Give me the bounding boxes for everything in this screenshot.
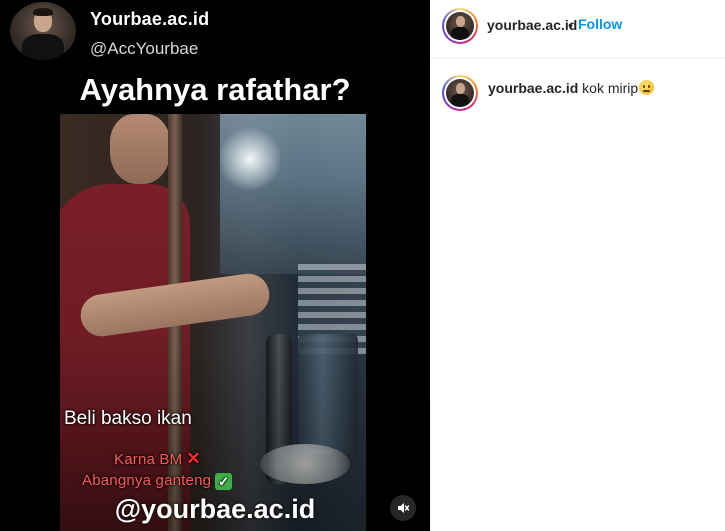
video-caption-reason-1: Karna BM ✕ <box>114 449 201 469</box>
post-author-avatar <box>10 2 76 60</box>
check-mark-icon: ✓ <box>215 473 233 490</box>
comments-panel: yourbae.ac.id • Follow yourbae.ac.id kok… <box>430 0 725 531</box>
caption-comment: yourbae.ac.id kok mirip <box>488 80 713 96</box>
video-watermark: @yourbae.ac.id <box>114 494 316 524</box>
comment-username[interactable]: yourbae.ac.id <box>488 80 578 96</box>
reason-2-text: Abangnya ganteng <box>82 472 212 489</box>
follow-button[interactable]: Follow <box>578 16 622 32</box>
mute-button[interactable] <box>390 495 416 521</box>
speaker-muted-icon <box>398 503 410 513</box>
cross-mark-icon: ✕ <box>186 449 201 468</box>
header-username[interactable]: yourbae.ac.id <box>487 17 577 33</box>
video-frame[interactable] <box>60 114 366 531</box>
video-caption-main: Beli bakso ikan <box>64 408 192 429</box>
slightly-smiling-face-icon <box>639 80 655 95</box>
post-author-name: Yourbae.ac.id <box>90 9 210 29</box>
header-separator: • <box>568 17 573 33</box>
panel-divider <box>430 400 431 531</box>
video-caption-reason-2: Abangnya ganteng ✓ <box>82 472 233 490</box>
comment-avatar[interactable] <box>442 75 478 111</box>
comment-text: kok mirip <box>582 80 639 96</box>
post-header: yourbae.ac.id • Follow <box>430 0 725 59</box>
post-media[interactable]: Yourbae.ac.id @AccYourbae Ayahnya rafath… <box>0 0 430 531</box>
post-title: Ayahnya rafathar? <box>79 72 351 107</box>
post-author-handle: @AccYourbae <box>90 39 199 58</box>
reason-1-text: Karna BM <box>114 451 183 468</box>
header-avatar[interactable] <box>442 8 478 44</box>
